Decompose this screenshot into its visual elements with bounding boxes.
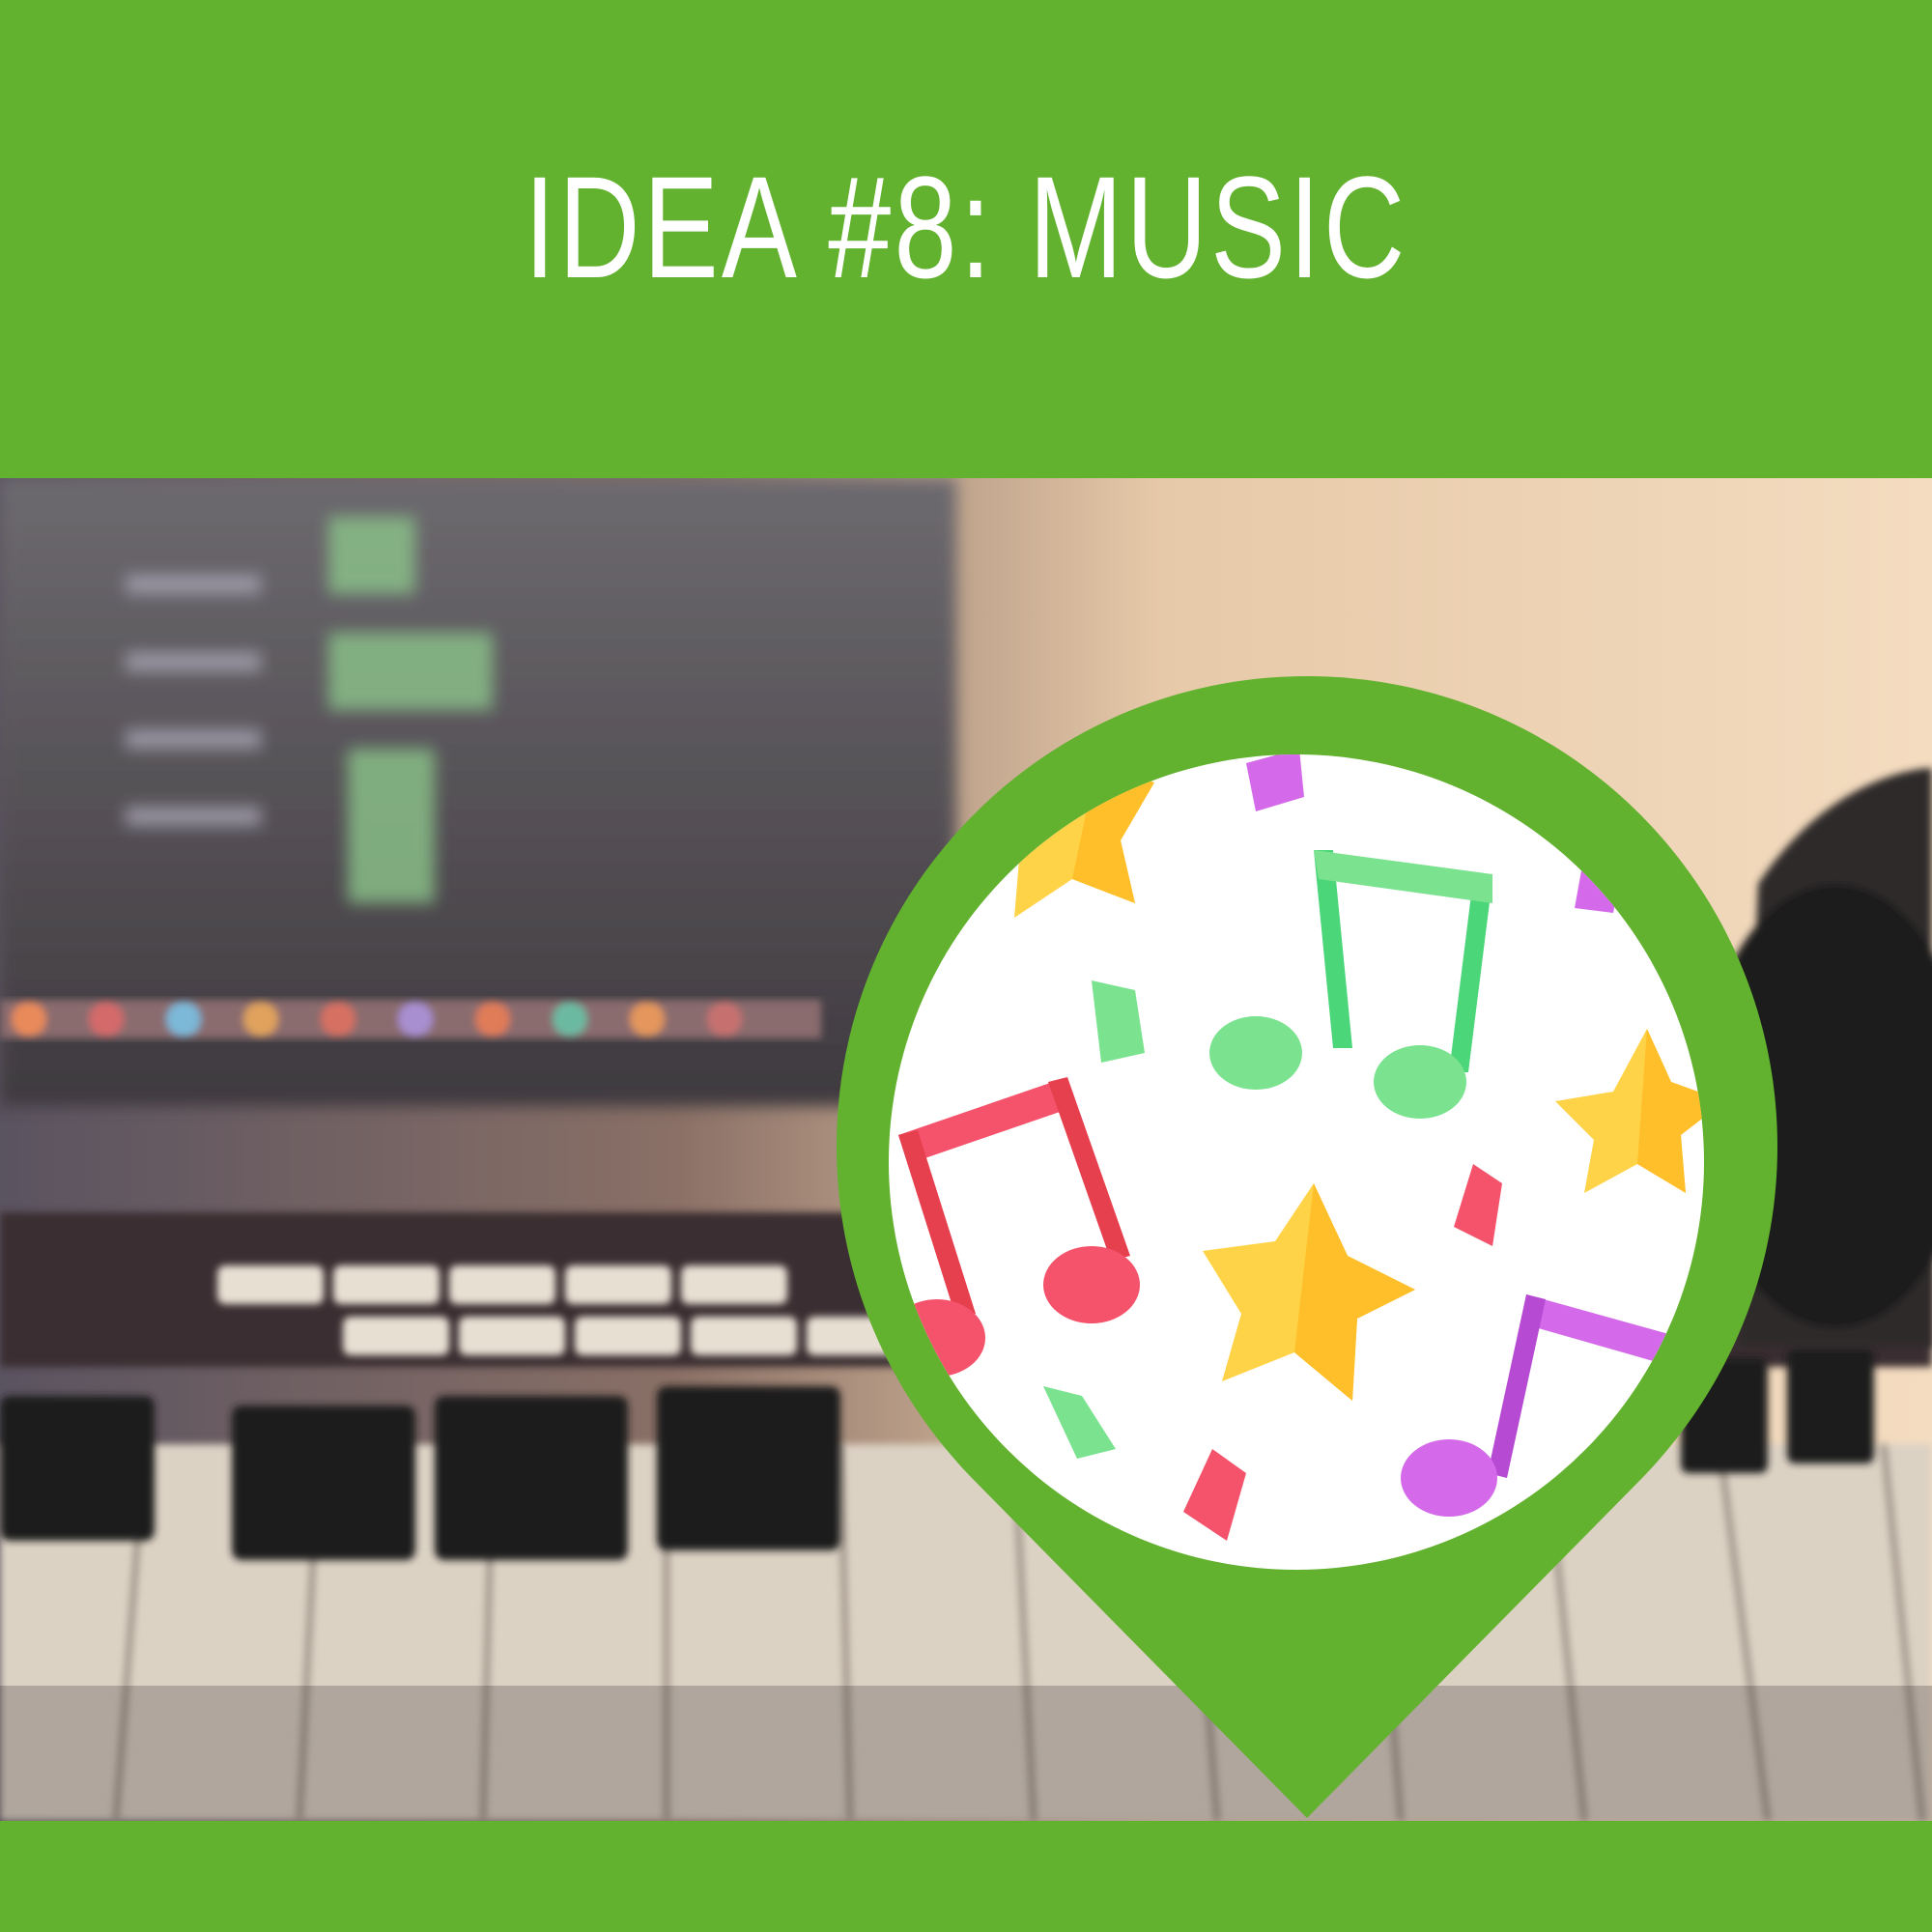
music-idea-card: IDEA #8: MUSIC xyxy=(0,0,1932,1932)
pin-badge xyxy=(837,676,1777,1818)
